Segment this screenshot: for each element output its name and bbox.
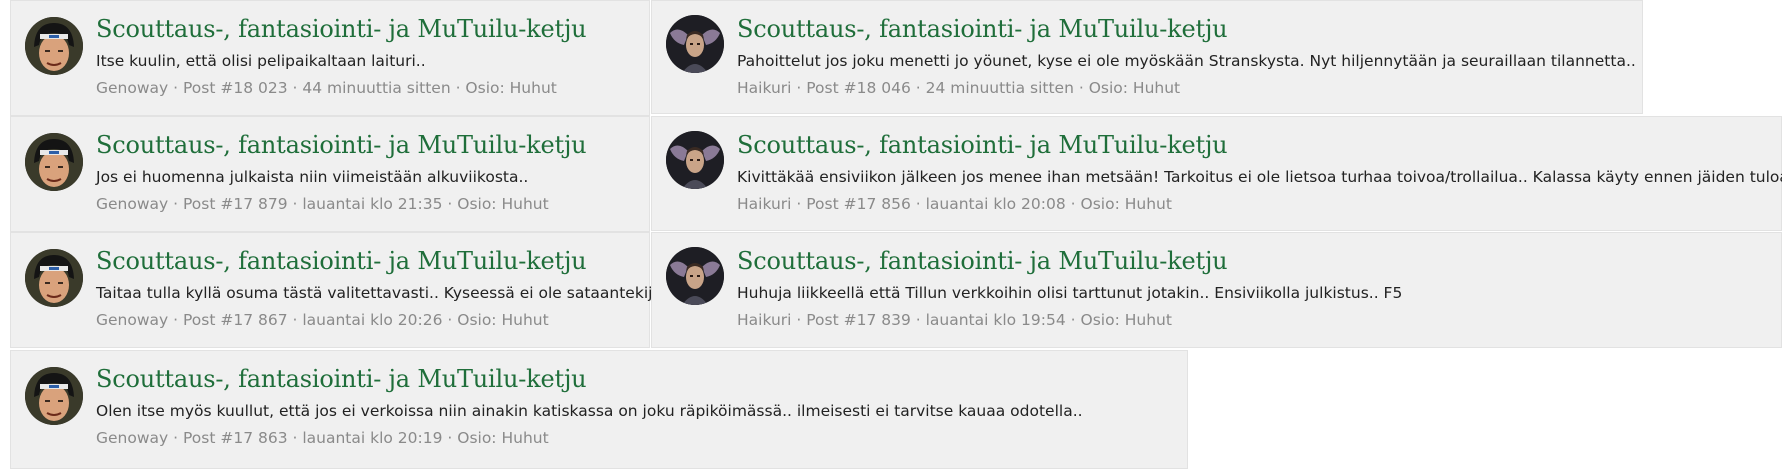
avatar[interactable]: [25, 133, 83, 191]
avatar[interactable]: [25, 367, 83, 425]
thread-title-link[interactable]: Scouttaus-, fantasiointi- ja MuTuilu-ket…: [96, 247, 587, 275]
post-meta: Haikuri · Post #17 839 · lauantai klo 19…: [737, 311, 1172, 329]
winged-face-avatar-icon: [666, 131, 724, 189]
search-result-card[interactable]: Scouttaus-, fantasiointi- ja MuTuilu-ket…: [651, 0, 1643, 114]
post-meta: Genoway · Post #18 023 · 44 minuuttia si…: [96, 79, 557, 97]
post-snippet: Pahoittelut jos joku menetti jo yöunet, …: [737, 52, 1636, 70]
search-result-card[interactable]: Scouttaus-, fantasiointi- ja MuTuilu-ket…: [651, 116, 1782, 231]
post-snippet: Olen itse myös kuullut, että jos ei verk…: [96, 402, 1083, 420]
post-snippet: Itse kuulin, että olisi pelipaikaltaan l…: [96, 52, 426, 70]
winged-face-avatar-icon: [666, 15, 724, 73]
post-meta: Genoway · Post #17 863 · lauantai klo 20…: [96, 429, 549, 447]
hockey-player-avatar-icon: [25, 367, 83, 425]
avatar[interactable]: [666, 131, 724, 189]
thread-title-link[interactable]: Scouttaus-, fantasiointi- ja MuTuilu-ket…: [96, 365, 587, 393]
thread-title-link[interactable]: Scouttaus-, fantasiointi- ja MuTuilu-ket…: [737, 247, 1228, 275]
avatar[interactable]: [666, 15, 724, 73]
avatar[interactable]: [25, 17, 83, 75]
search-result-card[interactable]: Scouttaus-, fantasiointi- ja MuTuilu-ket…: [10, 0, 650, 116]
post-snippet: Huhuja liikkeellä että Tillun verkkoihin…: [737, 284, 1403, 302]
thread-title-link[interactable]: Scouttaus-, fantasiointi- ja MuTuilu-ket…: [737, 131, 1228, 159]
post-meta: Haikuri · Post #17 856 · lauantai klo 20…: [737, 195, 1172, 213]
post-meta: Genoway · Post #17 867 · lauantai klo 20…: [96, 311, 549, 329]
hockey-player-avatar-icon: [25, 133, 83, 191]
search-result-card[interactable]: Scouttaus-, fantasiointi- ja MuTuilu-ket…: [10, 350, 1188, 469]
thread-title-link[interactable]: Scouttaus-, fantasiointi- ja MuTuilu-ket…: [96, 15, 587, 43]
search-result-card[interactable]: Scouttaus-, fantasiointi- ja MuTuilu-ket…: [10, 116, 650, 232]
winged-face-avatar-icon: [666, 247, 724, 305]
post-meta: Genoway · Post #17 879 · lauantai klo 21…: [96, 195, 549, 213]
post-snippet: Kivittäkää ensiviikon jälkeen jos menee …: [737, 168, 1782, 186]
hockey-player-avatar-icon: [25, 249, 83, 307]
search-result-card[interactable]: Scouttaus-, fantasiointi- ja MuTuilu-ket…: [651, 232, 1782, 348]
hockey-player-avatar-icon: [25, 17, 83, 75]
avatar[interactable]: [666, 247, 724, 305]
thread-title-link[interactable]: Scouttaus-, fantasiointi- ja MuTuilu-ket…: [737, 15, 1228, 43]
post-snippet: Taitaa tulla kyllä osuma tästä valitetta…: [96, 284, 662, 302]
post-snippet: Jos ei huomenna julkaista niin viimeistä…: [96, 168, 529, 186]
post-meta: Haikuri · Post #18 046 · 24 minuuttia si…: [737, 79, 1181, 97]
search-result-card[interactable]: Scouttaus-, fantasiointi- ja MuTuilu-ket…: [10, 232, 662, 348]
avatar[interactable]: [25, 249, 83, 307]
thread-title-link[interactable]: Scouttaus-, fantasiointi- ja MuTuilu-ket…: [96, 131, 587, 159]
